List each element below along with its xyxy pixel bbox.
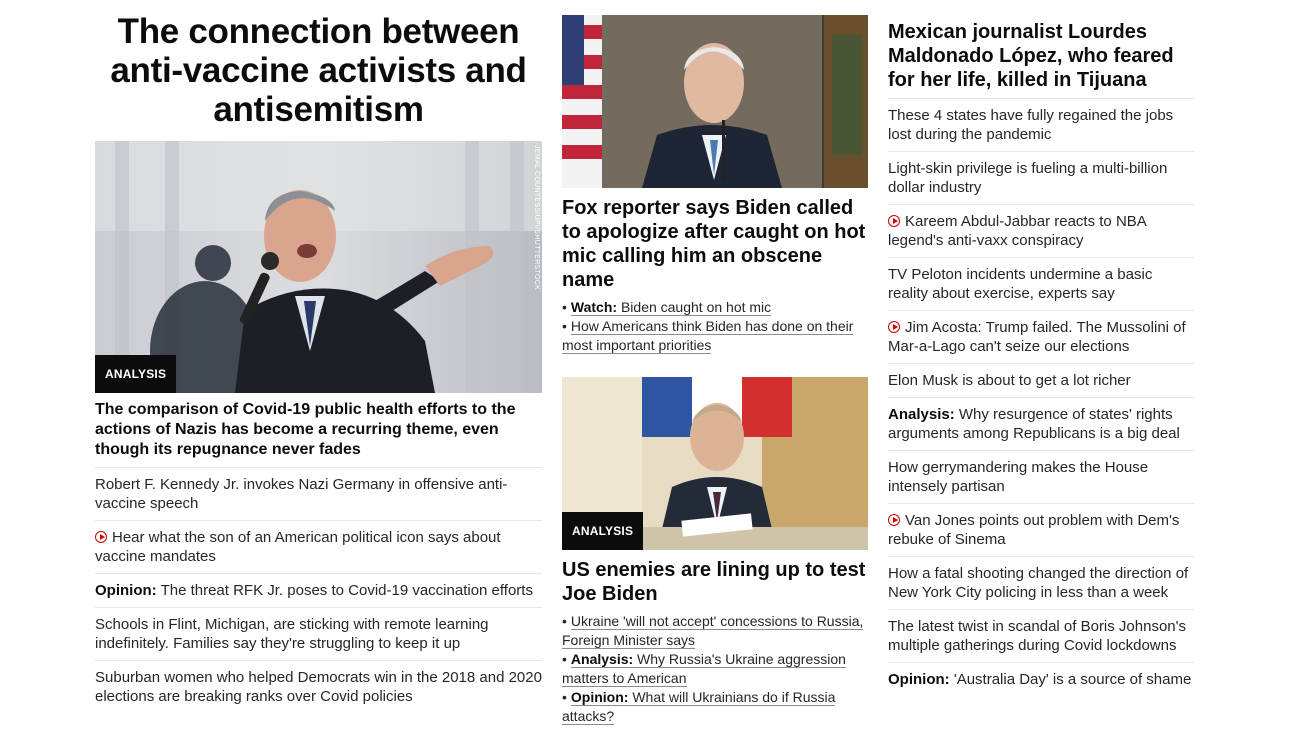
list-item[interactable]: Light-skin privilege is fueling a multi-…	[888, 152, 1195, 205]
story-link[interactable]: The threat RFK Jr. poses to Covid-19 vac…	[161, 582, 533, 599]
video-play-icon	[888, 514, 900, 526]
headlines-list: These 4 states have fully regained the j…	[888, 99, 1195, 696]
list-item[interactable]: Analysis: Why resurgence of states' righ…	[888, 398, 1195, 451]
biden-related-links: • Watch: Biden caught on hot mic • How Ame…	[562, 298, 868, 355]
story-link[interactable]: Van Jones points out problem with Dem's …	[888, 512, 1179, 548]
biden-story-image[interactable]	[562, 15, 868, 188]
story-prefix: Opinion:	[888, 671, 950, 688]
story-link[interactable]: Robert F. Kennedy Jr. invokes Nazi Germa…	[95, 476, 507, 512]
story-link[interactable]: Light-skin privilege is fueling a multi-…	[888, 160, 1167, 196]
lead-story-image[interactable]: JEMAL COUNTESS/UPI/SHUTTERSTOCK ANALYSIS	[95, 141, 542, 393]
list-item[interactable]: Van Jones points out problem with Dem's …	[888, 504, 1195, 557]
list-item[interactable]: Opinion: 'Australia Day' is a source of …	[888, 663, 1195, 696]
story-link[interactable]: Opinion: What will Ukrainians do if Russ…	[562, 689, 836, 725]
story-link[interactable]: How Americans think Biden has done on th…	[562, 318, 854, 354]
story-prefix: Opinion:	[95, 582, 157, 599]
list-item[interactable]: Elon Musk is about to get a lot richer	[888, 364, 1195, 398]
putin-related-links: • Ukraine 'will not accept' concessions t…	[562, 612, 868, 726]
related-stories-list: Robert F. Kennedy Jr. invokes Nazi Germa…	[95, 468, 542, 713]
list-item[interactable]: Jim Acosta: Trump failed. The Mussolini …	[888, 311, 1195, 364]
list-item[interactable]: The latest twist in scandal of Boris Joh…	[888, 610, 1195, 663]
list-item[interactable]: Schools in Flint, Michigan, are sticking…	[95, 608, 542, 661]
story-link[interactable]: How gerrymandering makes the House inten…	[888, 459, 1148, 495]
story-link[interactable]: Hear what the son of an American politic…	[95, 529, 501, 565]
lead-story-column: The connection between anti-vaccine acti…	[95, 12, 542, 713]
story-link[interactable]: These 4 states have fully regained the j…	[888, 107, 1173, 143]
video-play-icon	[888, 321, 900, 333]
middle-column: Fox reporter says Biden called to apolog…	[562, 15, 868, 726]
list-item[interactable]: Kareem Abdul-Jabbar reacts to NBA legend…	[888, 205, 1195, 258]
biden-photo	[562, 15, 868, 188]
list-item[interactable]: Opinion: The threat RFK Jr. poses to Cov…	[95, 574, 542, 608]
list-item[interactable]: How a fatal shooting changed the directi…	[888, 557, 1195, 610]
list-item[interactable]: How gerrymandering makes the House inten…	[888, 451, 1195, 504]
top-headline[interactable]: Mexican journalist Lourdes Maldonado Lóp…	[888, 20, 1195, 99]
list-item[interactable]: TV Peloton incidents undermine a basic r…	[888, 258, 1195, 311]
story-link[interactable]: Schools in Flint, Michigan, are sticking…	[95, 616, 489, 652]
list-item[interactable]: These 4 states have fully regained the j…	[888, 99, 1195, 152]
list-item[interactable]: • How Americans think Biden has done on t…	[562, 317, 868, 355]
story-link[interactable]: Analysis: Why Russia's Ukraine aggressio…	[562, 651, 846, 687]
list-item[interactable]: • Watch: Biden caught on hot mic	[562, 298, 868, 317]
lead-story-headline[interactable]: The comparison of Covid-19 public health…	[95, 400, 542, 468]
story-link[interactable]: How a fatal shooting changed the directi…	[888, 565, 1188, 601]
putin-story-headline[interactable]: US enemies are lining up to test Joe Bid…	[562, 558, 868, 606]
putin-story-image[interactable]: ANALYSIS	[562, 377, 868, 550]
headlines-column: Mexican journalist Lourdes Maldonado Lóp…	[888, 20, 1195, 696]
list-item[interactable]: • Analysis: Why Russia's Ukraine aggressi…	[562, 650, 868, 688]
list-item[interactable]: Hear what the son of an American politic…	[95, 521, 542, 574]
story-link[interactable]: Kareem Abdul-Jabbar reacts to NBA legend…	[888, 213, 1146, 249]
story-link[interactable]: Jim Acosta: Trump failed. The Mussolini …	[888, 319, 1186, 355]
story-link[interactable]: Suburban women who helped Democrats win …	[95, 669, 542, 705]
list-item[interactable]: Suburban women who helped Democrats win …	[95, 661, 542, 713]
video-play-icon	[888, 215, 900, 227]
story-link[interactable]: The latest twist in scandal of Boris Joh…	[888, 618, 1186, 654]
lead-story-title[interactable]: The connection between anti-vaccine acti…	[95, 12, 542, 129]
list-item[interactable]: • Ukraine 'will not accept' concessions t…	[562, 612, 868, 650]
story-link[interactable]: TV Peloton incidents undermine a basic r…	[888, 266, 1152, 302]
story-link[interactable]: Ukraine 'will not accept' concessions to…	[562, 613, 864, 649]
list-item[interactable]: Robert F. Kennedy Jr. invokes Nazi Germa…	[95, 468, 542, 521]
story-prefix: Analysis:	[888, 406, 955, 423]
story-link[interactable]: 'Australia Day' is a source of shame	[954, 671, 1192, 688]
story-link[interactable]: Elon Musk is about to get a lot richer	[888, 372, 1131, 389]
analysis-badge: ANALYSIS	[95, 355, 177, 393]
video-play-icon	[95, 531, 107, 543]
story-link[interactable]: Watch: Biden caught on hot mic	[570, 299, 772, 316]
image-credit: JEMAL COUNTESS/UPI/SHUTTERSTOCK	[533, 145, 540, 291]
biden-story-headline[interactable]: Fox reporter says Biden called to apolog…	[562, 196, 868, 292]
list-item[interactable]: • Opinion: What will Ukrainians do if Rus…	[562, 688, 868, 726]
analysis-badge: ANALYSIS	[562, 512, 644, 550]
